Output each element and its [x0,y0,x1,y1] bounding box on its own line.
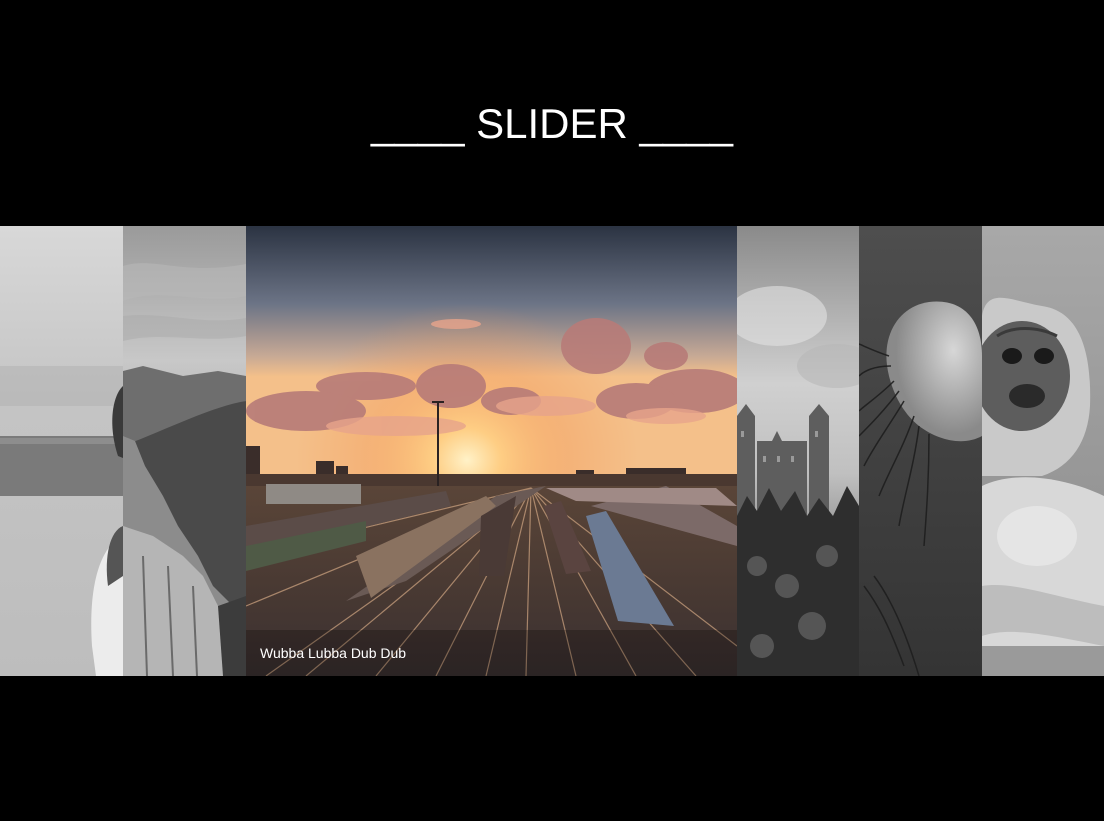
image-slider[interactable]: Wubba Lubba Dub Dub [0,226,1104,676]
slide-3-active[interactable]: Wubba Lubba Dub Dub [246,226,737,676]
slide-1-image [0,226,123,676]
slide-5[interactable] [859,226,982,676]
slide-4-image [737,226,859,676]
page-title: ____ SLIDER ____ [371,100,733,147]
slide-4[interactable] [737,226,859,676]
slide-2[interactable] [123,226,246,676]
slide-3-image [246,226,737,676]
slide-6[interactable] [982,226,1104,676]
slide-5-image [859,226,982,676]
slide-2-image [123,226,246,676]
slide-caption: Wubba Lubba Dub Dub [260,645,407,661]
slide-1[interactable] [0,226,123,676]
page: ____ SLIDER ____ Wubba Lubba Dub Dub [0,0,1104,821]
slide-6-image [982,226,1104,676]
